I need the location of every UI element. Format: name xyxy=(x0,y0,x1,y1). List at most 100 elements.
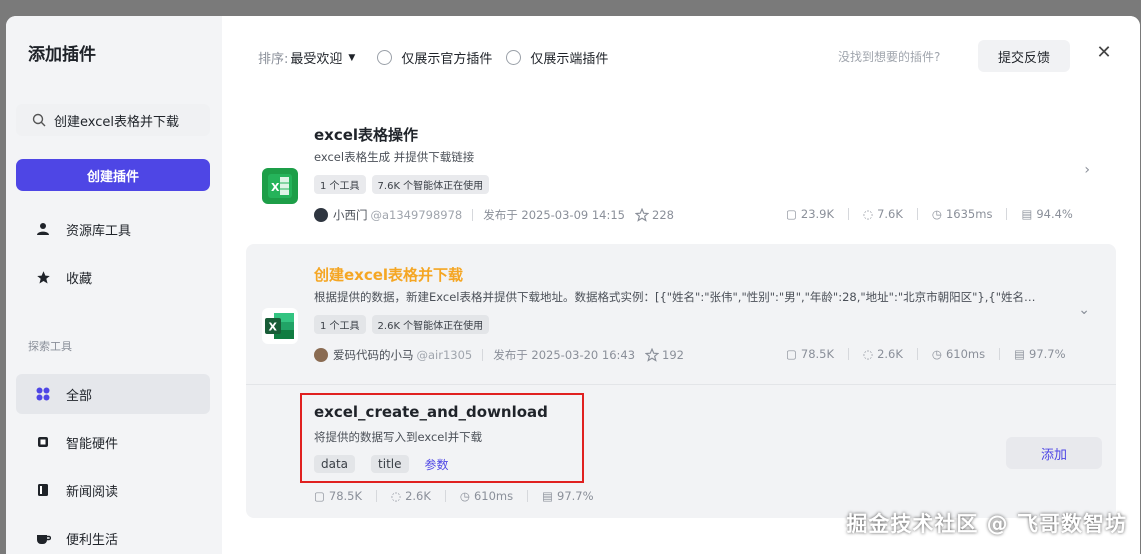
clock-icon: ◷ xyxy=(459,489,470,503)
chevron-right-icon[interactable]: › xyxy=(1084,162,1090,178)
radio-circle-icon xyxy=(506,50,522,65)
message-icon: ▤ xyxy=(1021,207,1033,221)
message-icon: ▤ xyxy=(1014,347,1025,361)
bot-icon: ◌ xyxy=(391,489,402,503)
add-tool-button[interactable]: 添加 xyxy=(1006,437,1102,469)
radio-label: 仅展示端插件 xyxy=(530,52,609,67)
book-icon xyxy=(34,481,52,499)
svg-text:X: X xyxy=(269,321,278,334)
stat-latency: ◷ 610ms xyxy=(931,347,1001,361)
submit-feedback-button[interactable]: 提交反馈 xyxy=(978,40,1070,72)
tag: 7.6K 个智能体正在使用 xyxy=(371,175,490,194)
svg-text:X: X xyxy=(271,181,280,194)
plugin-desc: 根据提供的数据，新建Excel表格并提供下载地址。数据格式实例：[{"姓名":"… xyxy=(314,290,1036,304)
robot-icon: ▢ xyxy=(786,207,797,221)
sidebar-item-label: 收藏 xyxy=(66,271,93,287)
sidebar: 添加插件 创建excel表格并下载 创建插件 资源库工具 收藏 探索工具 全部 xyxy=(6,16,222,554)
chip-icon xyxy=(34,433,52,451)
plugin-tags: 1 个工具 2.6K 个智能体正在使用 xyxy=(314,315,490,334)
sidebar-item-library-tools[interactable]: 资源库工具 xyxy=(16,209,210,249)
filter-bar: 排序: 最受欢迎 ▼ 仅展示官方插件 仅展示端插件 xyxy=(258,48,608,67)
param-tag: title xyxy=(371,455,409,473)
star-outline-icon xyxy=(635,208,650,222)
sort-dropdown[interactable]: 最受欢迎 ▼ xyxy=(290,48,355,67)
author-name[interactable]: 爱码代码的小马 xyxy=(333,347,414,363)
stat-bots: ◌ 2.6K xyxy=(863,347,918,361)
message-icon: ▤ xyxy=(542,489,553,503)
plugin-meta: 小西门 @a1349798978 发布于 2025-03-09 14:15 22… xyxy=(314,207,674,223)
tool-stats: ▢ 78.5K ◌ 2.6K ◷ 610ms ▤ 97.7% xyxy=(314,489,608,503)
stat-latency: ◷ 1635ms xyxy=(932,207,1008,221)
robot-icon: ▢ xyxy=(786,347,797,361)
plugin-title[interactable]: 创建excel表格并下载 xyxy=(314,264,463,285)
grid-icon xyxy=(34,385,52,403)
params-link[interactable]: 参数 xyxy=(425,456,449,473)
modal-title: 添加插件 xyxy=(28,45,96,65)
bot-icon: ◌ xyxy=(863,207,874,221)
stat-latency: ◷ 610ms xyxy=(459,489,529,503)
sidebar-item-label: 全部 xyxy=(66,388,93,404)
author-handle: @a1349798978 xyxy=(370,208,463,222)
tool-title: excel_create_and_download xyxy=(314,403,548,421)
excel-logo-icon: X xyxy=(262,308,298,344)
avatar xyxy=(314,348,328,362)
chevron-down-icon[interactable]: ⌄ xyxy=(1078,302,1090,318)
search-input[interactable]: 创建excel表格并下载 xyxy=(16,104,210,136)
watermark: 掘金技术社区 @ 飞哥数智坊 xyxy=(846,512,1127,536)
star-icon xyxy=(34,268,52,286)
star-count[interactable]: 228 xyxy=(635,208,674,222)
tool-params: data title 参数 xyxy=(314,455,449,473)
tool-desc: 将提供的数据写入到excel并下载 xyxy=(314,430,483,444)
radio-label: 仅展示官方插件 xyxy=(401,52,493,67)
plugin-title[interactable]: excel表格操作 xyxy=(314,124,418,145)
tag: 2.6K 个智能体正在使用 xyxy=(371,315,490,334)
plugin-card-expanded[interactable]: X 创建excel表格并下载 根据提供的数据，新建Excel表格并提供下载地址。… xyxy=(246,244,1116,384)
sidebar-item-smart-hardware[interactable]: 智能硬件 xyxy=(16,422,210,462)
author-name[interactable]: 小西门 xyxy=(333,207,368,223)
person-icon xyxy=(34,220,52,238)
close-icon[interactable]: ✕ xyxy=(1094,42,1114,63)
sidebar-item-news-reading[interactable]: 新闻阅读 xyxy=(16,470,210,510)
section-label: 探索工具 xyxy=(28,340,72,353)
plugin-meta: 爱码代码的小马 @air1305 发布于 2025-03-20 16:43 19… xyxy=(314,347,684,363)
sort-label: 排序: xyxy=(258,52,289,67)
param-tag: data xyxy=(314,455,356,473)
sidebar-item-label: 资源库工具 xyxy=(66,223,132,239)
plugin-card[interactable]: X excel表格操作 excel表格生成 并提供下载链接 1 个工具 7.6K… xyxy=(246,104,1116,234)
sidebar-item-favorites[interactable]: 收藏 xyxy=(16,257,210,297)
star-outline-icon xyxy=(645,348,660,362)
sidebar-item-label: 智能硬件 xyxy=(66,436,119,452)
official-only-radio[interactable]: 仅展示官方插件 xyxy=(377,48,492,67)
search-icon xyxy=(32,113,46,127)
sidebar-item-label: 新闻阅读 xyxy=(66,484,119,500)
bot-icon: ◌ xyxy=(863,347,874,361)
stat-bots: ◌ 7.6K xyxy=(863,207,918,221)
clock-icon: ◷ xyxy=(931,347,942,361)
plugin-tags: 1 个工具 7.6K 个智能体正在使用 xyxy=(314,175,490,194)
caret-down-icon: ▼ xyxy=(348,52,356,63)
sidebar-item-label: 便利生活 xyxy=(66,532,119,548)
sort-value: 最受欢迎 xyxy=(290,52,343,67)
sidebar-item-all[interactable]: 全部 xyxy=(16,374,210,414)
stat-calls: ▢ 78.5K xyxy=(786,347,850,361)
stat-bots: ◌ 2.6K xyxy=(391,489,446,503)
tag: 1 个工具 xyxy=(314,315,366,334)
avatar xyxy=(314,208,328,222)
stat-calls: ▢ 78.5K xyxy=(314,489,378,503)
star-count[interactable]: 192 xyxy=(645,348,684,362)
create-plugin-button[interactable]: 创建插件 xyxy=(16,159,210,191)
robot-icon: ▢ xyxy=(314,489,325,503)
stat-calls: ▢ 23.9K xyxy=(786,207,850,221)
excel-logo-icon: X xyxy=(262,168,298,204)
stat-success: ▤ 97.7% xyxy=(542,489,594,503)
author-handle: @air1305 xyxy=(416,348,473,362)
add-plugin-modal: 添加插件 创建excel表格并下载 创建插件 资源库工具 收藏 探索工具 全部 xyxy=(6,16,1140,554)
radio-circle-icon xyxy=(377,50,393,65)
tag: 1 个工具 xyxy=(314,175,366,194)
tool-row: excel_create_and_download 将提供的数据写入到excel… xyxy=(246,384,1116,518)
endpoint-only-radio[interactable]: 仅展示端插件 xyxy=(506,48,608,67)
stat-success: ▤ 97.7% xyxy=(1014,347,1066,361)
published-time: 发布于 2025-03-20 16:43 xyxy=(493,348,636,362)
feedback-question: 没找到想要的插件? xyxy=(838,50,941,64)
sidebar-item-convenient-life[interactable]: 便利生活 xyxy=(16,518,210,554)
